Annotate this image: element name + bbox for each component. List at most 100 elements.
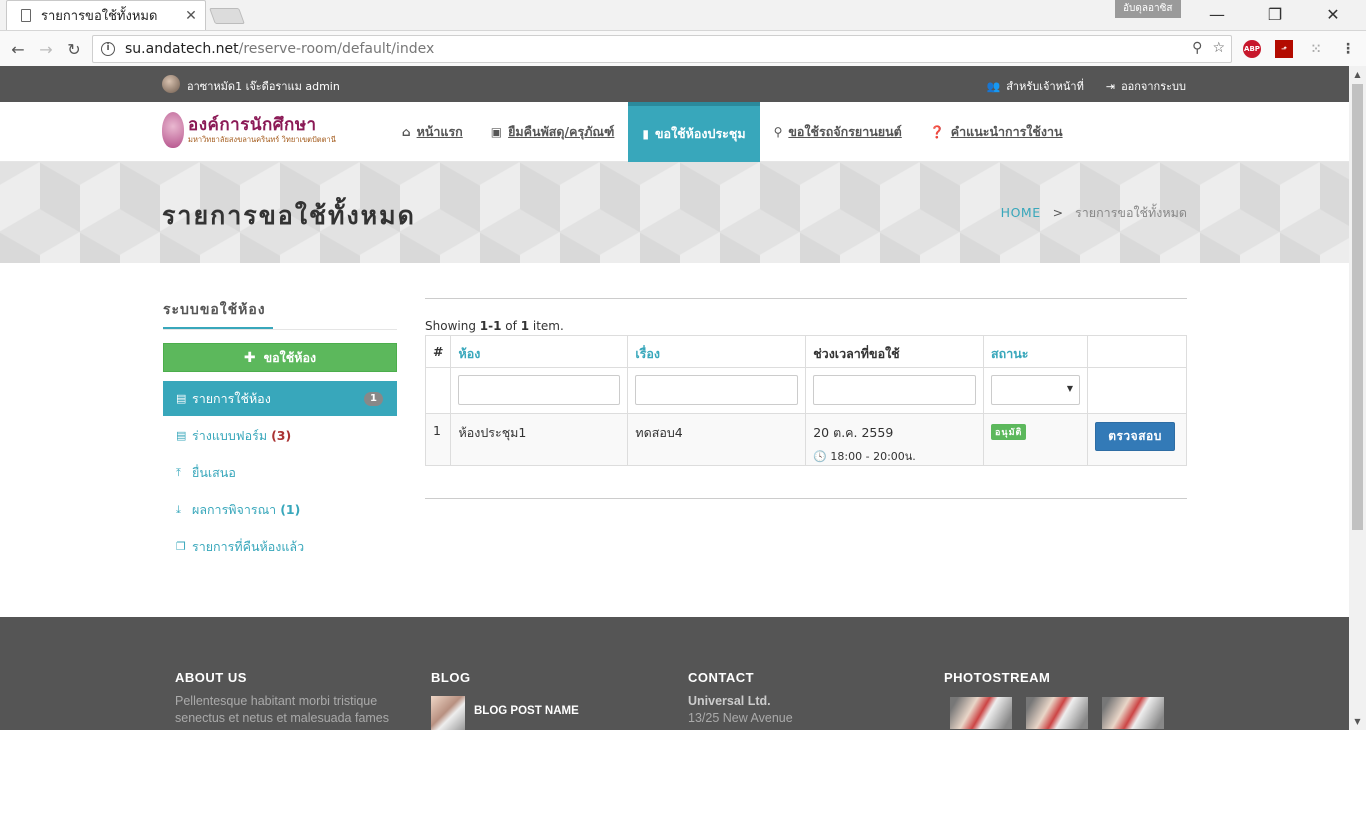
sidebar-item-label: รายการใช้ห้อง: [192, 390, 271, 406]
reload-icon[interactable]: ↻: [63, 38, 85, 60]
summary-suffix: item.: [532, 319, 564, 333]
photostream-image[interactable]: [1026, 697, 1088, 729]
filter-cell-actions: [1087, 367, 1187, 414]
menu-item-meeting-room[interactable]: ▮ ขอใช้ห้องประชุม: [628, 102, 760, 162]
footer-contact-title: CONTACT: [688, 670, 755, 685]
new-tab-button[interactable]: [209, 8, 245, 24]
sidebar-item-room-list[interactable]: ▤ รายการใช้ห้อง 1: [163, 381, 397, 416]
profile-badge[interactable]: อับดุลอาซิส: [1115, 0, 1181, 18]
breadcrumb-home[interactable]: HOME: [1001, 205, 1041, 220]
menu-item-label: ขอใช้ห้องประชุม: [655, 126, 746, 141]
info-icon[interactable]: i: [101, 42, 115, 56]
row-period: 20 ต.ค. 2559 🕓 18:00 - 20:00น.: [805, 413, 985, 466]
filter-cell-period: [805, 367, 985, 414]
download-tray-icon: ⤓: [176, 502, 181, 516]
period-filter-input[interactable]: [813, 375, 977, 405]
minimize-button[interactable]: —: [1194, 0, 1240, 28]
add-room-request-button[interactable]: ✚ ขอใช้ห้อง: [163, 343, 397, 372]
inbox-icon: ▤: [176, 392, 187, 405]
column-header-status[interactable]: สถานะ: [983, 335, 1089, 368]
menu-item-label: หน้าแรก: [416, 124, 463, 139]
breadcrumb-separator: >: [1052, 205, 1064, 220]
menu-item-borrow[interactable]: ▣ ยืมคืนพัสดุ/ครุภัณฑ์: [477, 102, 629, 162]
motorcycle-icon: ⚲: [773, 125, 783, 139]
row-time-wrap: 🕓 18:00 - 20:00น.: [813, 447, 976, 465]
blog-post-item[interactable]: BLOG POST NAME: [431, 696, 661, 730]
inbox-icon: ▤: [176, 429, 187, 442]
site-logo[interactable]: องค์การนักศึกษา มหาวิทยาลัยสงขลานครินทร์…: [162, 110, 342, 150]
inspect-button[interactable]: ตรวจสอบ: [1095, 422, 1176, 451]
sidebar-item-label: ยื่นเสนอ: [192, 464, 236, 480]
column-header-actions: [1087, 335, 1187, 368]
row-status: อนุมัติ: [983, 413, 1089, 466]
summary-of: of: [505, 319, 517, 333]
footer-about-text: Pellentesque habitant morbi tristique se…: [175, 694, 390, 725]
menu-item-home[interactable]: ⌂ หน้าแรก: [388, 102, 477, 162]
browser-toolbar: ← → ↻ i su.andatech.net /reserve-room/de…: [0, 30, 1366, 66]
row-index: 1: [424, 413, 452, 466]
menu-icon[interactable]: ⋮: [1339, 40, 1357, 58]
restore-button[interactable]: ❐: [1252, 0, 1298, 28]
forward-icon[interactable]: →: [35, 38, 57, 60]
main-menu: ⌂ หน้าแรก ▣ ยืมคืนพัสดุ/ครุภัณฑ์ ▮ ขอใช้ห้อ…: [388, 102, 1077, 162]
footer-photostream-title: PHOTOSTREAM: [944, 670, 1051, 685]
footer-about: ABOUT US Pellentesque habitant morbi tri…: [175, 670, 405, 727]
sidebar-title: ระบบขอใช้ห้อง: [163, 299, 397, 329]
zoom-icon[interactable]: ⚲: [1192, 40, 1202, 56]
sidebar-item-returned[interactable]: ❐ รายการที่คืนห้องแล้ว: [163, 529, 397, 564]
browser-tab[interactable]: รายการขอใช้ทั้งหมด ✕: [6, 0, 206, 30]
plus-icon: ✚: [243, 349, 256, 366]
photostream-image[interactable]: [950, 697, 1012, 729]
breadcrumb-current: รายการขอใช้ทั้งหมด: [1075, 205, 1187, 220]
close-window-button[interactable]: ✕: [1310, 0, 1356, 28]
subject-filter-input[interactable]: [635, 375, 799, 405]
room-filter-input[interactable]: [458, 375, 621, 405]
url-host: su.andatech.net: [125, 41, 239, 57]
column-header-room[interactable]: ห้อง: [450, 335, 629, 368]
sidebar-item-results[interactable]: ⤓ ผลการพิจารณา (1): [163, 492, 397, 527]
document-icon: [21, 9, 31, 22]
scroll-up-icon[interactable]: ▲: [1349, 66, 1366, 83]
pdf-extension-icon[interactable]: ⬏: [1275, 40, 1293, 58]
building-icon: ▮: [642, 127, 650, 141]
summary-prefix: Showing: [425, 319, 476, 333]
top-divider: [425, 298, 1187, 299]
results-count: (1): [280, 502, 301, 517]
logout-link[interactable]: ⇥ ออกจากระบบ: [1106, 77, 1186, 95]
bookmark-star-icon[interactable]: ☆: [1212, 40, 1225, 56]
blog-post-name[interactable]: BLOG POST NAME: [474, 705, 579, 717]
table-row: 1 ห้องประชุม1 ทดสอบ4 20 ต.ค. 2559 🕓 18:0…: [424, 413, 1187, 466]
breadcrumb: HOME > รายการขอใช้ทั้งหมด: [1001, 203, 1187, 223]
scrollbar-thumb[interactable]: [1352, 84, 1363, 530]
scroll-down-icon[interactable]: ▼: [1349, 713, 1366, 730]
sidebar-item-drafts[interactable]: ▤ ร่างแบบฟอร์ม (3): [163, 418, 397, 453]
menu-item-motorcycle[interactable]: ⚲ ขอใช้รถจักรยานยนต์: [760, 102, 916, 162]
back-icon[interactable]: ←: [7, 38, 29, 60]
adblock-icon[interactable]: ABP: [1243, 40, 1261, 58]
empty-area: [0, 730, 1366, 819]
summary-total: 1: [520, 319, 530, 333]
tab-close-icon[interactable]: ✕: [181, 8, 201, 24]
clock-icon: 🕓: [813, 450, 827, 463]
filter-cell-empty: [424, 367, 452, 414]
menu-item-help[interactable]: ❓ คำแนะนำการใช้งาน: [916, 102, 1077, 162]
address-bar[interactable]: i su.andatech.net /reserve-room/default/…: [92, 35, 1232, 63]
page-scrollbar[interactable]: ▲ ▼: [1349, 66, 1366, 730]
blog-thumbnail: [431, 696, 465, 730]
sidebar-item-submitted[interactable]: ⤒ ยื่นเสนอ: [163, 455, 397, 490]
menu-item-label: คำแนะนำการใช้งาน: [950, 124, 1063, 139]
staff-link[interactable]: 👥 สำหรับเจ้าหน้าที่: [987, 77, 1084, 95]
top-bar: อาซาหมัด1 เจ๊ะดือราแม admin 👥 สำหรับเจ้าห…: [0, 66, 1349, 102]
count-badge: 1: [364, 391, 383, 406]
home-icon: ⌂: [402, 125, 411, 139]
users-icon: 👥: [986, 80, 1001, 93]
footer-contact: CONTACT Universal Ltd. 13/25 New Avenue: [688, 670, 918, 727]
row-date: 20 ต.ค. 2559: [813, 425, 894, 440]
page-viewport: อาซาหมัด1 เจ๊ะดือราแม admin 👥 สำหรับเจ้าห…: [0, 66, 1349, 730]
status-filter-select[interactable]: [991, 375, 1081, 405]
page-heading: รายการขอใช้ทั้งหมด HOME > รายการขอใช้ทั้…: [0, 162, 1349, 263]
extension-icon[interactable]: ⁙: [1307, 40, 1325, 58]
column-header-subject[interactable]: เรื่อง: [627, 335, 807, 368]
tab-strip: รายการขอใช้ทั้งหมด ✕ อับดุลอาซิส — ❐ ✕: [0, 0, 1366, 30]
photostream-image[interactable]: [1102, 697, 1164, 729]
